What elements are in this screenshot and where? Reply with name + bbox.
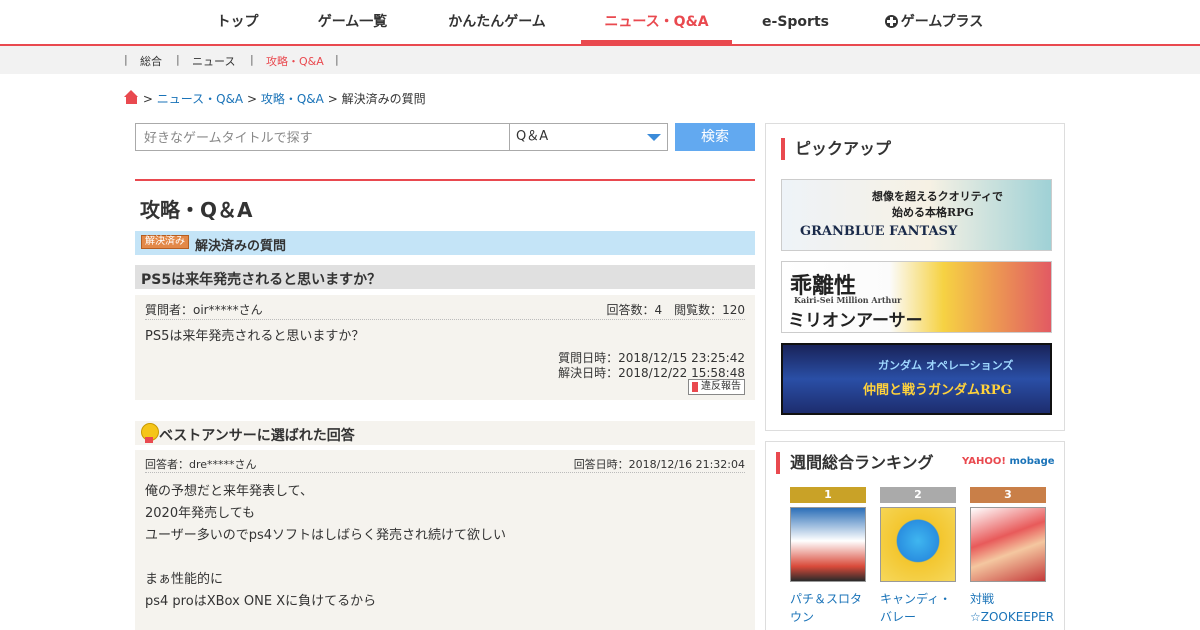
question-body: PS5は来年発売されると思いますか？ — [145, 329, 365, 344]
answered-at: 回答日時：2018/12/16 21:32:04 — [573, 458, 745, 471]
question-counts: 回答数：4 閲覧数：120 — [606, 303, 745, 317]
yahoo-mobage-logo: YAHOO! mobage — [962, 456, 1055, 467]
sub-nav: | 総合 | ニュース | 攻略・Q&A | — [0, 46, 1200, 74]
ranking-box: 週間総合ランキング YAHOO! mobage 1 パチ＆スロタウン 2 キャン… — [765, 441, 1065, 630]
game-name[interactable]: 対戦☆ZOOKEEPER — [970, 590, 1054, 626]
breadcrumb-separator: > — [142, 92, 153, 106]
banner-caption: 始める本格RPG — [892, 206, 974, 219]
subnav-item-news[interactable]: ニュース — [192, 53, 235, 69]
divider — [145, 472, 745, 473]
chevron-down-icon — [647, 134, 661, 141]
plus-icon — [884, 15, 898, 28]
search-category-value: Q＆A — [516, 129, 549, 144]
question-title-bar: PS5は来年発売されると思いますか？ — [135, 265, 755, 289]
breadcrumb-separator: > — [246, 92, 258, 106]
nav-item-easy-games[interactable]: かんたんゲーム — [437, 0, 557, 44]
answer-line: ユーザー多いのでps4ソフトはしばらく発売され続けて欲しい — [145, 528, 507, 543]
ranking-item[interactable]: 3 対戦☆ZOOKEEPER — [970, 487, 1054, 626]
nav-item-news-qa[interactable]: ニュース・Q&A — [581, 0, 732, 44]
breadcrumb-current: 解決済みの質問 — [341, 92, 426, 106]
nav-item-top[interactable]: トップ — [205, 0, 270, 44]
nav-item-gameplus[interactable]: ゲームプラス — [876, 0, 992, 44]
rank-number: 1 — [790, 487, 866, 503]
ranking-item[interactable]: 1 パチ＆スロタウン — [790, 487, 866, 626]
solved-header: 解決済み 解決済みの質問 — [135, 231, 755, 255]
subnav-separator: | — [335, 53, 339, 66]
answer-line: 俺の予想だと来年発表して、 — [145, 484, 313, 499]
question-asker: 質問者：oir*****さん — [145, 303, 263, 317]
answer-line: まぁ性能的に — [145, 572, 224, 587]
banner-granblue-fantasy[interactable]: 想像を超えるクオリティで 始める本格RPG GRANBLUE FANTASY — [781, 179, 1052, 251]
nav-item-esports[interactable]: e-Sports — [757, 0, 834, 44]
game-thumbnail[interactable] — [880, 507, 956, 582]
subnav-separator: | — [250, 53, 254, 66]
game-thumbnail[interactable] — [790, 507, 866, 582]
search-button[interactable]: 検索 — [675, 123, 755, 151]
banner-caption: 想像を超えるクオリティで — [872, 190, 1004, 203]
home-icon[interactable] — [124, 90, 139, 104]
mobage-logo-text: mobage — [1009, 456, 1055, 467]
breadcrumb: > ニュース・Q&A > 攻略・Q&A > 解決済みの質問 — [124, 90, 426, 106]
banner-caption: ミリオンアーサー — [788, 311, 923, 331]
pickup-box: ピックアップ 想像を超えるクオリティで 始める本格RPG GRANBLUE FA… — [765, 123, 1065, 431]
game-name[interactable]: キャンディ・バレー — [880, 590, 956, 626]
banner-logo: GRANBLUE FANTASY — [800, 224, 958, 239]
main-divider — [135, 179, 755, 181]
best-answer-header: ベストアンサーに選ばれた回答 — [135, 421, 755, 445]
medal-icon — [140, 423, 159, 443]
rank-number: 2 — [880, 487, 956, 503]
search-input[interactable] — [135, 123, 510, 151]
solved-title: 解決済みの質問 — [195, 239, 287, 254]
subnav-item-overview[interactable]: 総合 — [140, 53, 162, 69]
pickup-heading: ピックアップ — [781, 138, 891, 160]
nav-item-gameplus-label: ゲームプラス — [900, 14, 984, 30]
yahoo-logo-text: YAHOO! — [962, 456, 1006, 467]
ranking-heading: 週間総合ランキング — [776, 452, 934, 474]
answer-line: ps4 proはXBox ONE Xに負けてるから — [145, 594, 377, 609]
report-icon — [692, 382, 698, 392]
ranking-item[interactable]: 2 キャンディ・バレー — [880, 487, 956, 626]
banner-gundam-operations[interactable]: ガンダム オペレーションズ 仲間と戦うガンダムRPG — [781, 343, 1052, 415]
breadcrumb-link-news-qa[interactable]: ニュース・Q&A — [157, 92, 243, 106]
subnav-separator: | — [124, 53, 128, 66]
banner-caption: ガンダム オペレーションズ — [878, 359, 1014, 372]
breadcrumb-link-strategy-qa[interactable]: 攻略・Q&A — [261, 92, 324, 106]
game-thumbnail[interactable] — [970, 507, 1046, 582]
question-title: PS5は来年発売されると思いますか？ — [141, 272, 382, 288]
nav-item-game-list[interactable]: ゲーム一覧 — [305, 0, 400, 44]
search-category-select[interactable]: Q＆A — [509, 123, 668, 151]
page-title: 攻略・Q＆A — [140, 198, 253, 222]
top-nav: トップ ゲーム一覧 かんたんゲーム ニュース・Q&A e-Sports ゲームプ… — [0, 0, 1200, 46]
banner-million-arthur[interactable]: 乖離性 Kairi-Sei Million Arthur ミリオンアーサー — [781, 261, 1052, 333]
best-answer-title: ベストアンサーに選ばれた回答 — [159, 428, 355, 444]
answer-box: 回答者：dre*****さん 回答日時：2018/12/16 21:32:04 … — [135, 450, 755, 630]
report-button[interactable]: 違反報告 — [688, 379, 745, 395]
solved-badge: 解決済み — [141, 235, 189, 249]
divider — [145, 319, 745, 320]
rank-number: 3 — [970, 487, 1046, 503]
subnav-separator: | — [176, 53, 180, 66]
answerer: 回答者：dre*****さん — [145, 458, 257, 471]
report-label: 違反報告 — [701, 381, 741, 392]
subnav-item-strategy-qa[interactable]: 攻略・Q&A — [266, 53, 324, 69]
breadcrumb-separator: > — [327, 92, 338, 106]
answer-line: 2020年発売しても — [145, 506, 256, 521]
question-box: 質問者：oir*****さん 回答数：4 閲覧数：120 PS5は来年発売される… — [135, 295, 755, 400]
banner-logo: Kairi-Sei Million Arthur — [794, 295, 902, 305]
banner-caption: 仲間と戦うガンダムRPG — [863, 383, 1012, 398]
game-name[interactable]: パチ＆スロタウン — [790, 590, 866, 626]
